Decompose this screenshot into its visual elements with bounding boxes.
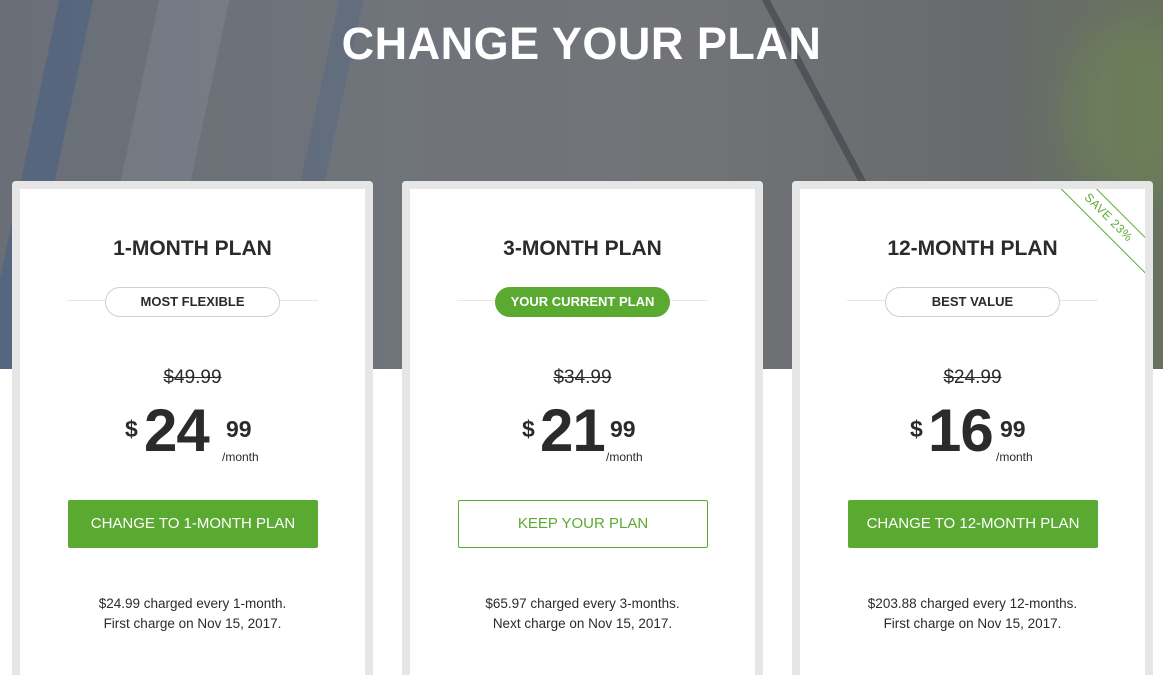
savings-ribbon: SAVE 23% [1045,189,1145,281]
change-to-1-month-button[interactable]: CHANGE TO 1-MONTH PLAN [68,500,318,548]
original-price: $34.99 [553,367,612,388]
keep-your-plan-button[interactable]: KEEP YOUR PLAN [458,500,708,548]
plan-name: 12-MONTH PLAN [887,237,1058,260]
billing-note-amount: $65.97 charged every 3-months. [485,596,680,611]
billing-note: $24.99 charged every 1-month. First char… [20,594,365,634]
billing-note: $203.88 charged every 12-months. First c… [800,594,1145,634]
price-display: $ 24 99 /month [20,397,365,472]
currency-symbol: $ [522,416,535,442]
billing-note: $65.97 charged every 3-months. Next char… [410,594,755,634]
billing-note-date: First charge on Nov 15, 2017. [103,616,282,631]
currency-symbol: $ [910,416,923,442]
original-price: $49.99 [163,367,222,388]
change-to-12-month-button[interactable]: CHANGE TO 12-MONTH PLAN [848,500,1098,548]
plan-card-12-month: SAVE 23% 12-MONTH PLAN BEST VALUE $24.99… [792,181,1153,675]
price-period: /month [606,450,643,464]
billing-note-amount: $24.99 charged every 1-month. [98,596,287,611]
price-whole: 16 [928,397,994,464]
billing-note-amount: $203.88 charged every 12-months. [867,596,1078,611]
plan-badge: MOST FLEXIBLE [105,287,280,317]
plan-name: 3-MONTH PLAN [503,237,662,260]
plan-badge: BEST VALUE [885,287,1060,317]
billing-note-date: Next charge on Nov 15, 2017. [492,616,673,631]
plan-name: 1-MONTH PLAN [113,237,272,260]
price-cents: 99 [1000,416,1026,442]
price-whole: 21 [540,397,606,464]
plan-card-3-month: 3-MONTH PLAN YOUR CURRENT PLAN $34.99 $ … [402,181,763,675]
price-display: $ 21 99 /month [410,397,755,472]
page-title: CHANGE YOUR PLAN [341,18,822,69]
plan-card-1-month: 1-MONTH PLAN MOST FLEXIBLE $49.99 $ 24 9… [12,181,373,675]
price-period: /month [996,450,1033,464]
price-period: /month [222,450,259,464]
current-plan-badge: YOUR CURRENT PLAN [495,287,670,317]
original-price: $24.99 [943,367,1002,388]
price-cents: 99 [226,416,252,442]
price-whole: 24 [144,397,210,464]
billing-note-date: First charge on Nov 15, 2017. [883,616,1062,631]
price-cents: 99 [610,416,636,442]
price-display: $ 16 99 /month [800,397,1145,472]
currency-symbol: $ [125,416,138,442]
